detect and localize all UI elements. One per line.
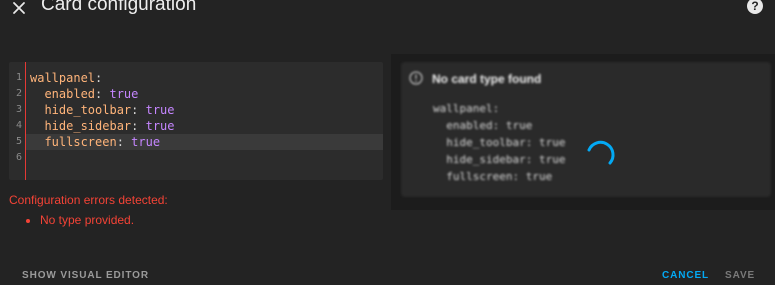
line-number-gutter: 1 2 3 4 5 6 bbox=[9, 62, 26, 180]
line-number: 4 bbox=[15, 120, 22, 131]
error-item: No type provided. bbox=[26, 213, 134, 227]
preview-code-line: wallpanel: bbox=[433, 102, 500, 115]
preview-card-title: No card type found bbox=[432, 72, 542, 86]
help-circle-icon: ? bbox=[747, 0, 763, 14]
preview-code-line: fullscreen: true bbox=[433, 170, 553, 183]
error-list: No type provided. bbox=[26, 213, 134, 227]
bullet bbox=[26, 219, 30, 223]
preview-card-code: wallpanel: enabled: true hide_toolbar: t… bbox=[433, 100, 565, 185]
code-line[interactable] bbox=[26, 150, 383, 166]
loading-spinner-icon bbox=[587, 140, 615, 165]
line-number: 1 bbox=[15, 72, 22, 83]
error-text: No type provided. bbox=[40, 213, 135, 227]
preview-code-line: hide_toolbar: true bbox=[433, 136, 566, 149]
close-icon bbox=[13, 2, 25, 14]
save-button[interactable]: SAVE bbox=[725, 270, 755, 281]
code-line[interactable]: wallpanel: bbox=[26, 70, 383, 86]
yaml-key: fullscreen bbox=[30, 135, 117, 149]
cancel-button[interactable]: CANCEL bbox=[662, 270, 709, 281]
yaml-key: wallpanel bbox=[30, 71, 96, 85]
alert-circle-icon bbox=[409, 71, 423, 85]
yaml-separator: : bbox=[95, 87, 110, 101]
svg-text:?: ? bbox=[751, 0, 758, 13]
dialog-title: Card configuration bbox=[41, 0, 197, 15]
line-number: 5 bbox=[15, 136, 22, 147]
yaml-separator: : bbox=[116, 135, 132, 149]
yaml-separator: : bbox=[95, 71, 103, 85]
show-visual-editor-button[interactable]: SHOW VISUAL EDITOR bbox=[22, 270, 149, 281]
code-line-active[interactable]: fullscreen: true bbox=[26, 134, 383, 150]
code-line[interactable]: hide_sidebar: true bbox=[26, 118, 383, 134]
yaml-code-editor[interactable]: 1 2 3 4 5 6 wallpanel: enabled: true hid… bbox=[9, 62, 383, 180]
code-line[interactable]: hide_toolbar: true bbox=[26, 102, 383, 118]
dialog-header: Card configuration ? bbox=[0, 0, 775, 22]
yaml-value: true bbox=[145, 103, 175, 117]
line-number: 6 bbox=[15, 152, 22, 163]
yaml-separator: : bbox=[131, 119, 146, 133]
preview-code-line: enabled: true bbox=[433, 119, 533, 132]
yaml-separator: : bbox=[131, 103, 146, 117]
yaml-value: true bbox=[145, 119, 175, 133]
help-button[interactable]: ? bbox=[745, 0, 765, 16]
close-button[interactable] bbox=[8, 0, 30, 19]
yaml-value: true bbox=[131, 135, 161, 149]
preview-code-line: hide_sidebar: true bbox=[433, 153, 566, 166]
yaml-key: hide_toolbar bbox=[30, 103, 132, 117]
error-title: Configuration errors detected: bbox=[9, 193, 168, 207]
line-number: 2 bbox=[15, 88, 22, 99]
yaml-key: enabled bbox=[30, 87, 96, 101]
yaml-value: true bbox=[109, 87, 139, 101]
code-line[interactable]: enabled: true bbox=[26, 86, 383, 102]
code-area[interactable]: wallpanel: enabled: true hide_toolbar: t… bbox=[26, 62, 383, 166]
yaml-key: hide_sidebar bbox=[30, 119, 132, 133]
line-number: 3 bbox=[15, 104, 22, 115]
